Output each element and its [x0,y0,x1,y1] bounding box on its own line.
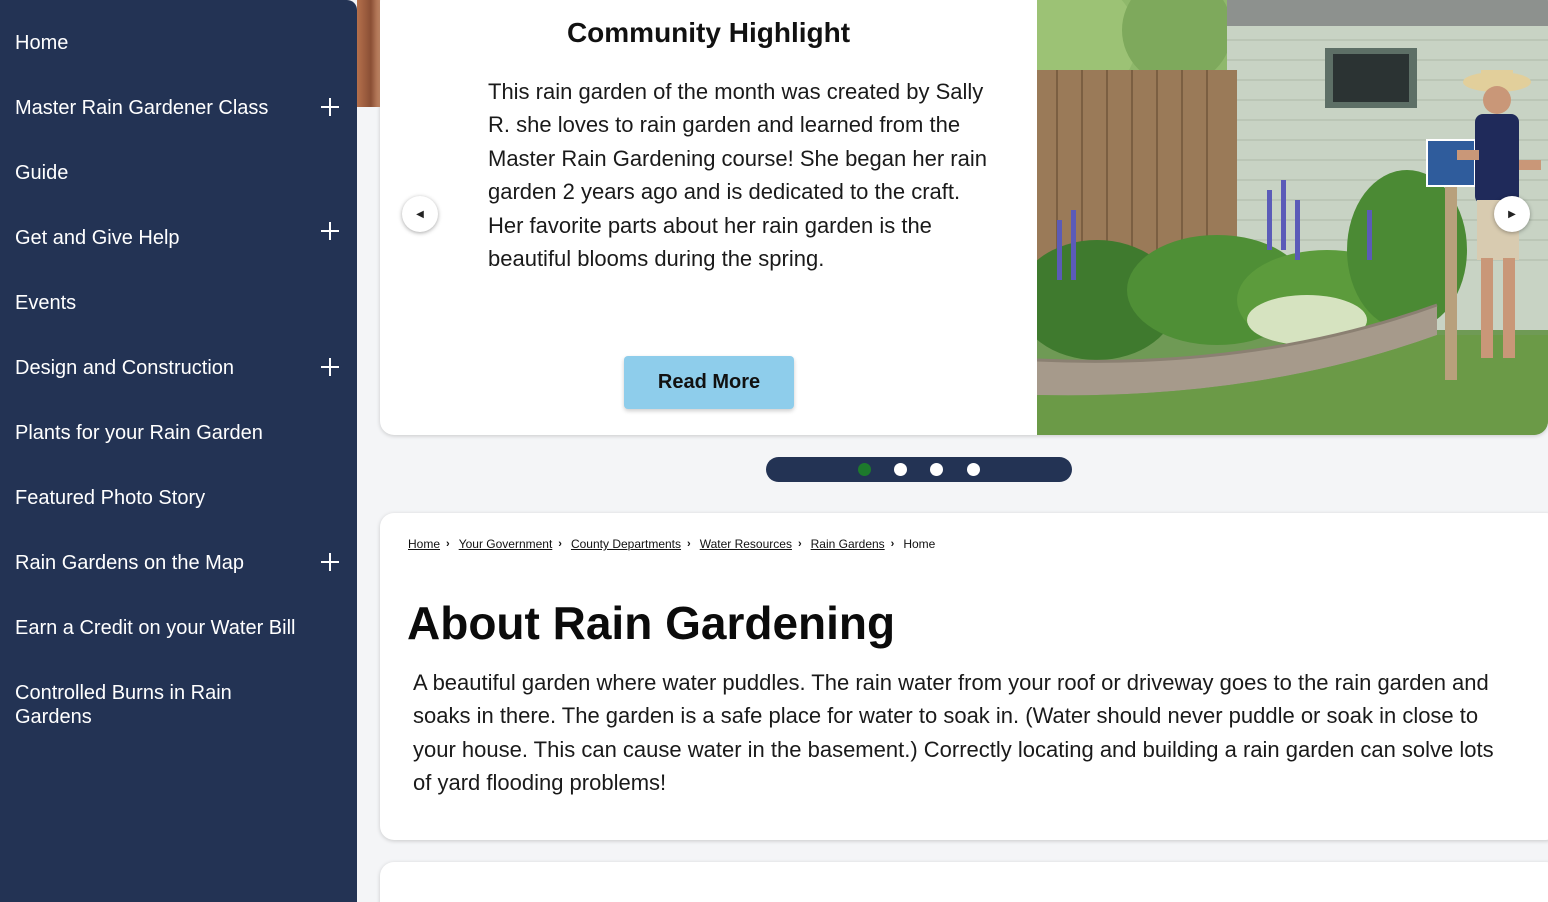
breadcrumb-water-resources[interactable]: Water Resources [700,537,792,551]
rain-garden-photo [1037,0,1548,435]
sidebar-item-guide[interactable]: Guide [15,161,345,185]
plus-icon[interactable] [321,98,339,116]
sidebar-item-get-and-give-help[interactable]: Get and Give Help [15,222,345,250]
sidebar-item-featured-photo-story[interactable]: Featured Photo Story [15,486,345,510]
plus-icon[interactable] [321,553,339,571]
sidebar-item-controlled-burns[interactable]: Controlled Burns in Rain Gardens [15,681,345,729]
page-body-text: A beautiful garden where water puddles. … [413,670,1494,796]
sidebar-item-rain-gardens-on-the-map[interactable]: Rain Gardens on the Map [15,551,345,575]
sidebar-item-label: Get and Give Help [15,227,180,249]
carousel-title: Community Highlight [566,17,851,48]
carousel-dot-3[interactable] [930,463,943,476]
read-more-button[interactable]: Read More [624,356,794,409]
sidebar-item-label: Home [15,32,69,54]
sidebar-item-design-and-construction[interactable]: Design and Construction [15,356,345,380]
chevron-right-icon: › [687,538,691,550]
chevron-right-icon: › [558,538,562,550]
chevron-right-icon: › [890,538,895,550]
plus-icon[interactable] [321,358,339,376]
sidebar-item-master-rain-gardener-class[interactable]: Master Rain Gardener Class [15,96,345,120]
sidebar-item-label: Guide [15,162,69,184]
breadcrumb-home[interactable]: Home [408,537,440,551]
carousel-next-button[interactable]: ▶ [1494,196,1530,232]
carousel-dot-4[interactable] [967,463,980,476]
carousel-dot-2[interactable] [894,463,907,476]
sidebar-item-label: Earn a Credit on your Water Bill [15,617,296,639]
sidebar-item-label: Design and Construction [15,357,235,379]
breadcrumb: Home › Your Government › County Departme… [408,537,935,551]
carousel-text: This rain garden of the month was create… [488,79,987,272]
sidebar-item-earn-a-credit[interactable]: Earn a Credit on your Water Bill [15,616,345,640]
breadcrumb-rain-gardens[interactable]: Rain Gardens [811,537,885,551]
sidebar-item-label: Controlled Burns in Rain Gardens [15,682,232,728]
sidebar-item-label: Master Rain Gardener Class [15,97,269,119]
about-content-card: Home › Your Government › County Departme… [380,513,1548,840]
breadcrumb-county-departments[interactable]: County Departments [571,537,681,551]
chevron-right-icon: › [797,538,802,550]
sidebar-item-label: Rain Gardens on the Map [15,552,245,574]
sidebar-item-events[interactable]: Events [15,291,345,315]
plus-icon[interactable] [321,222,339,240]
breadcrumb-current: Home [903,537,936,551]
breadcrumb-your-government[interactable]: Your Government [459,537,553,551]
carousel-dot-1[interactable] [858,463,871,476]
carousel-pagination [766,457,1072,482]
sidebar-nav: Home Master Rain Gardener Class Guide Ge… [0,0,357,902]
carousel-prev-button[interactable]: ◀ [402,196,438,232]
sidebar-item-home[interactable]: Home [15,31,345,55]
page-title: About Rain Gardening [407,597,896,649]
community-highlight-carousel: Community Highlight This rain garden of … [380,0,1548,435]
next-content-card [380,862,1548,902]
sidebar-item-plants[interactable]: Plants for your Rain Garden [15,421,345,445]
sidebar-item-label: Featured Photo Story [15,487,206,509]
header-image-strip [357,0,380,107]
sidebar-item-label: Plants for your Rain Garden [15,422,263,444]
chevron-right-icon: › [446,538,450,550]
sidebar-item-label: Events [15,292,77,314]
